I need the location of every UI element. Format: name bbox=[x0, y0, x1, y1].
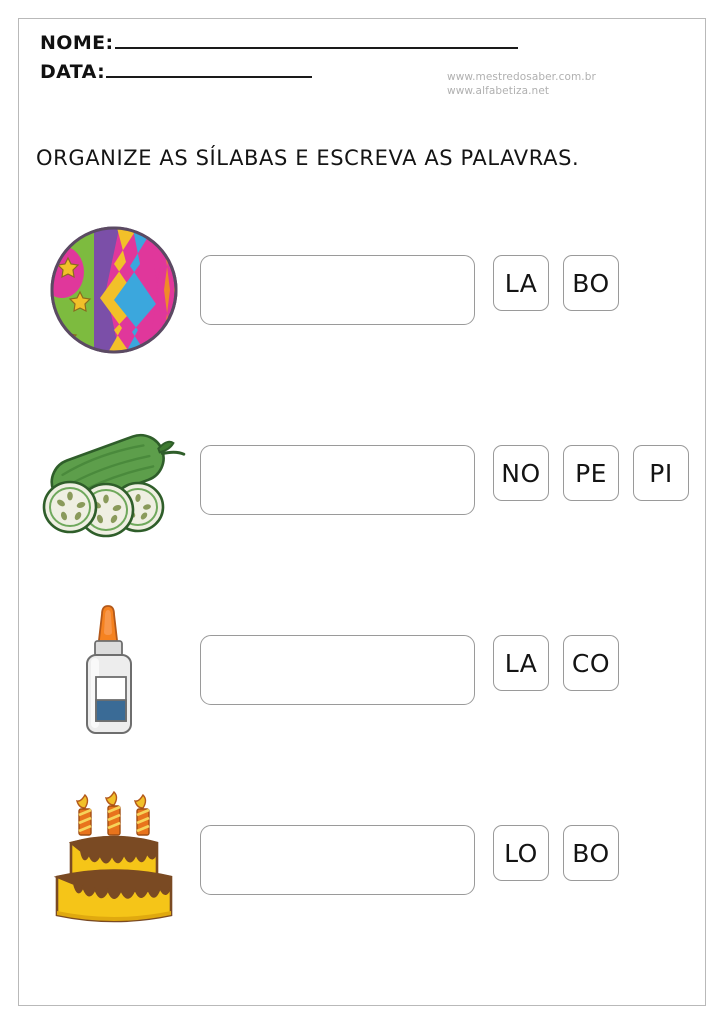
syllable-tile[interactable]: CO bbox=[563, 635, 619, 691]
syllable-tile[interactable]: LA bbox=[493, 635, 549, 691]
candles bbox=[75, 790, 150, 836]
syllable-tile[interactable]: NO bbox=[493, 445, 549, 501]
date-field-label: DATA: bbox=[40, 61, 106, 83]
syllable-tile[interactable]: LA bbox=[493, 255, 549, 311]
answer-box-2[interactable] bbox=[200, 445, 475, 515]
cucumber-illustration bbox=[34, 400, 194, 560]
worksheet-page: NOME: DATA: www.mestredosaber.com.br www… bbox=[0, 0, 724, 1024]
syllable-tiles-3: LA CO bbox=[493, 635, 619, 691]
syllable-tiles-1: LA BO bbox=[493, 255, 619, 311]
beach-ball-illustration bbox=[34, 210, 194, 370]
exercise-row-4: LO BO bbox=[0, 780, 724, 940]
syllable-tile[interactable]: PI bbox=[633, 445, 689, 501]
answer-box-1[interactable] bbox=[200, 255, 475, 325]
syllable-tile[interactable]: LO bbox=[493, 825, 549, 881]
exercise-row-1: LA BO bbox=[0, 210, 724, 370]
exercise-row-2: NO PE PI bbox=[0, 400, 724, 560]
name-field-label: NOME: bbox=[40, 32, 114, 54]
cucumber-icon bbox=[42, 433, 186, 538]
syllable-tiles-4: LO BO bbox=[493, 825, 619, 881]
glue-bottle-illustration bbox=[34, 590, 194, 750]
name-field-row: NOME: bbox=[40, 32, 660, 61]
name-write-line[interactable] bbox=[114, 32, 518, 49]
website-credits: www.mestredosaber.com.br www.alfabetiza.… bbox=[447, 70, 596, 98]
glue-bottle-icon bbox=[86, 605, 132, 734]
syllable-tile[interactable]: PE bbox=[563, 445, 619, 501]
date-write-line[interactable] bbox=[106, 61, 313, 78]
answer-box-3[interactable] bbox=[200, 635, 475, 705]
website-url-primary: www.mestredosaber.com.br bbox=[447, 71, 596, 83]
syllable-tile[interactable]: BO bbox=[563, 825, 619, 881]
beach-ball-icon bbox=[50, 226, 178, 354]
birthday-cake-icon bbox=[53, 790, 173, 923]
exercise-row-3: LA CO bbox=[0, 590, 724, 750]
instruction-text: ORGANIZE AS SÍLABAS E ESCREVA AS PALAVRA… bbox=[36, 146, 580, 170]
syllable-tile[interactable]: BO bbox=[563, 255, 619, 311]
website-url-secondary: www.alfabetiza.net bbox=[447, 85, 550, 98]
birthday-cake-illustration bbox=[34, 780, 194, 940]
answer-box-4[interactable] bbox=[200, 825, 475, 895]
syllable-tiles-2: NO PE PI bbox=[493, 445, 689, 501]
